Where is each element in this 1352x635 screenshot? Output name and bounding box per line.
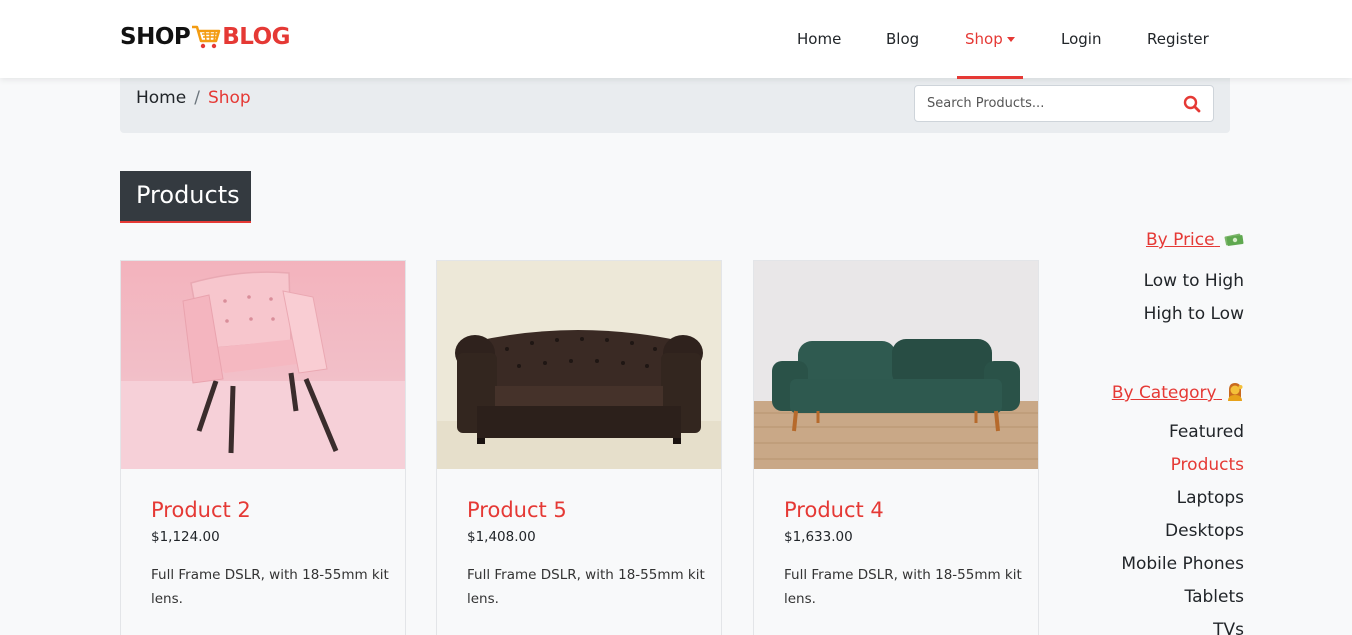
product-card[interactable]: Product 2 $1,124.00 Full Frame DSLR, wit… [120,260,406,635]
category-laptops[interactable]: Laptops [1177,488,1244,508]
category-mobile-phones[interactable]: Mobile Phones [1121,554,1244,574]
product-title[interactable]: Product 2 [151,498,251,522]
product-description: Full Frame DSLR, with 18-55mm kit lens. [151,567,389,607]
brand-logo[interactable]: SHOP BLOG [120,24,291,50]
product-description: Full Frame DSLR, with 18-55mm kit lens. [784,567,1022,607]
nav-shop-dropdown[interactable]: Shop [965,30,1015,48]
search-box [914,85,1214,122]
product-price: $1,408.00 [467,529,536,545]
product-image-green-sofa[interactable] [754,261,1038,469]
product-image-leather-sofa[interactable] [437,261,721,469]
by-price-label: By Price [1145,230,1215,250]
nav-shop-label: Shop [965,30,1003,48]
category-desktops[interactable]: Desktops [1165,521,1244,541]
product-description: Full Frame DSLR, with 18-55mm kit lens. [467,567,705,607]
search-input[interactable] [915,86,1175,121]
by-category-label: By Category [1111,383,1217,403]
nav-active-indicator [957,76,1023,79]
brand-blog-text: BLOG [222,24,291,50]
sort-low-to-high[interactable]: Low to High [1144,271,1244,291]
chevron-down-icon [1006,37,1015,42]
product-title[interactable]: Product 4 [784,498,884,522]
person-icon [1228,383,1243,401]
nav-home[interactable]: Home [797,30,841,48]
product-card[interactable]: Product 4 $1,633.00 Full Frame DSLR, wit… [753,260,1039,635]
search-icon[interactable] [1183,95,1201,113]
product-image-pink-chair[interactable] [121,261,405,469]
money-icon [1224,233,1244,246]
page-title: Products [120,171,251,223]
breadcrumb-separator: / [194,88,200,108]
filter-by-category-heading[interactable]: By Category [1112,381,1244,403]
breadcrumb-home[interactable]: Home [136,88,186,108]
category-featured[interactable]: Featured [1169,422,1244,442]
product-price: $1,633.00 [784,529,853,545]
breadcrumb-bar: Home / Shop [120,78,1230,133]
navbar: SHOP BLOG Home Blog Shop Login Register [0,0,1352,79]
category-products[interactable]: Products [1171,455,1244,475]
filter-by-price-heading[interactable]: By Price [1146,230,1244,250]
nav-blog[interactable]: Blog [886,30,919,48]
breadcrumb: Home / Shop [136,88,251,108]
nav-login[interactable]: Login [1061,30,1101,48]
category-tvs[interactable]: TVs [1213,620,1244,635]
breadcrumb-current: Shop [207,88,251,108]
product-card[interactable]: Product 5 $1,408.00 Full Frame DSLR, wit… [436,260,722,635]
product-title[interactable]: Product 5 [467,498,567,522]
category-tablets[interactable]: Tablets [1185,587,1244,607]
cart-icon [192,25,221,49]
brand-shop-text: SHOP [120,24,191,50]
nav-register[interactable]: Register [1147,30,1209,48]
product-price: $1,124.00 [151,529,220,545]
sort-high-to-low[interactable]: High to Low [1144,304,1244,324]
